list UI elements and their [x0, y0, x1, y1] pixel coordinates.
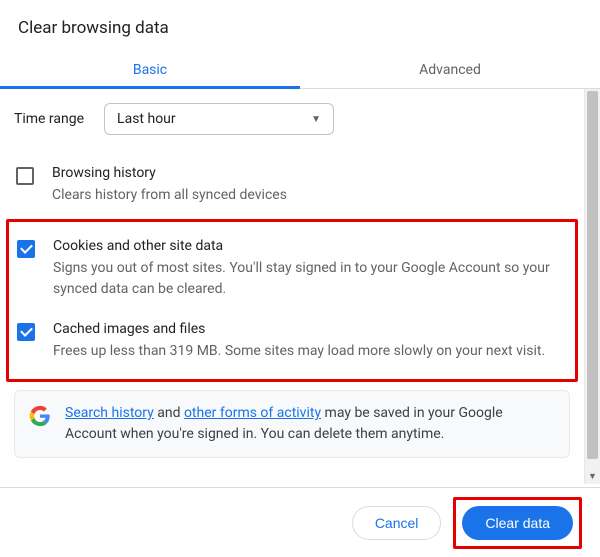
- clear-data-button[interactable]: Clear data: [462, 506, 573, 540]
- checkbox-cookies[interactable]: [17, 240, 35, 258]
- item-desc: Clears history from all synced devices: [52, 185, 568, 205]
- chevron-down-icon: ▼: [311, 114, 321, 125]
- item-desc: Frees up less than 319 MB. Some sites ma…: [53, 341, 567, 361]
- item-text: Cookies and other site data Signs you ou…: [53, 238, 567, 299]
- info-text: Search history and other forms of activi…: [65, 403, 555, 445]
- dialog-title: Clear browsing data: [0, 0, 600, 50]
- time-range-row: Time range Last hour ▼: [14, 103, 570, 135]
- tab-basic-label: Basic: [133, 62, 167, 78]
- scroll-area: Time range Last hour ▼ Browsing history …: [0, 89, 600, 484]
- tab-advanced[interactable]: Advanced: [300, 50, 600, 88]
- content: Time range Last hour ▼ Browsing history …: [0, 89, 584, 468]
- scrollbar-track[interactable]: ▼: [584, 89, 600, 484]
- time-range-select[interactable]: Last hour ▼: [104, 103, 334, 135]
- item-title: Cached images and files: [53, 321, 567, 337]
- time-range-label: Time range: [14, 111, 84, 127]
- link-other-activity[interactable]: other forms of activity: [184, 405, 321, 421]
- scrollbar-thumb[interactable]: [587, 91, 598, 459]
- tab-advanced-label: Advanced: [419, 62, 481, 78]
- item-text: Browsing history Clears history from all…: [52, 165, 568, 205]
- highlight-box-items: Cookies and other site data Signs you ou…: [6, 219, 578, 382]
- item-cache: Cached images and files Frees up less th…: [15, 313, 569, 375]
- item-title: Cookies and other site data: [53, 238, 567, 254]
- link-search-history[interactable]: Search history: [65, 405, 154, 421]
- item-text: Cached images and files Frees up less th…: [53, 321, 567, 361]
- checkbox-cache[interactable]: [17, 323, 35, 341]
- item-desc: Signs you out of most sites. You'll stay…: [53, 258, 567, 299]
- item-title: Browsing history: [52, 165, 568, 181]
- scrollbar-arrow-down-icon[interactable]: ▼: [585, 468, 600, 484]
- time-range-value: Last hour: [117, 111, 176, 127]
- clear-browsing-data-dialog: Clear browsing data Basic Advanced Time …: [0, 0, 600, 557]
- cancel-button-label: Cancel: [375, 515, 419, 531]
- highlight-box-clear: Clear data: [453, 497, 582, 549]
- tab-basic[interactable]: Basic: [0, 50, 300, 88]
- item-browsing-history: Browsing history Clears history from all…: [14, 157, 570, 219]
- checkbox-browsing-history[interactable]: [16, 167, 34, 185]
- clear-data-button-label: Clear data: [485, 515, 550, 531]
- cancel-button[interactable]: Cancel: [352, 506, 442, 540]
- google-icon: [29, 405, 51, 427]
- item-cookies: Cookies and other site data Signs you ou…: [15, 230, 569, 313]
- dialog-footer: Cancel Clear data: [0, 487, 600, 557]
- google-account-info: Search history and other forms of activi…: [14, 390, 570, 458]
- info-mid: and: [154, 405, 184, 421]
- tab-bar: Basic Advanced: [0, 50, 600, 89]
